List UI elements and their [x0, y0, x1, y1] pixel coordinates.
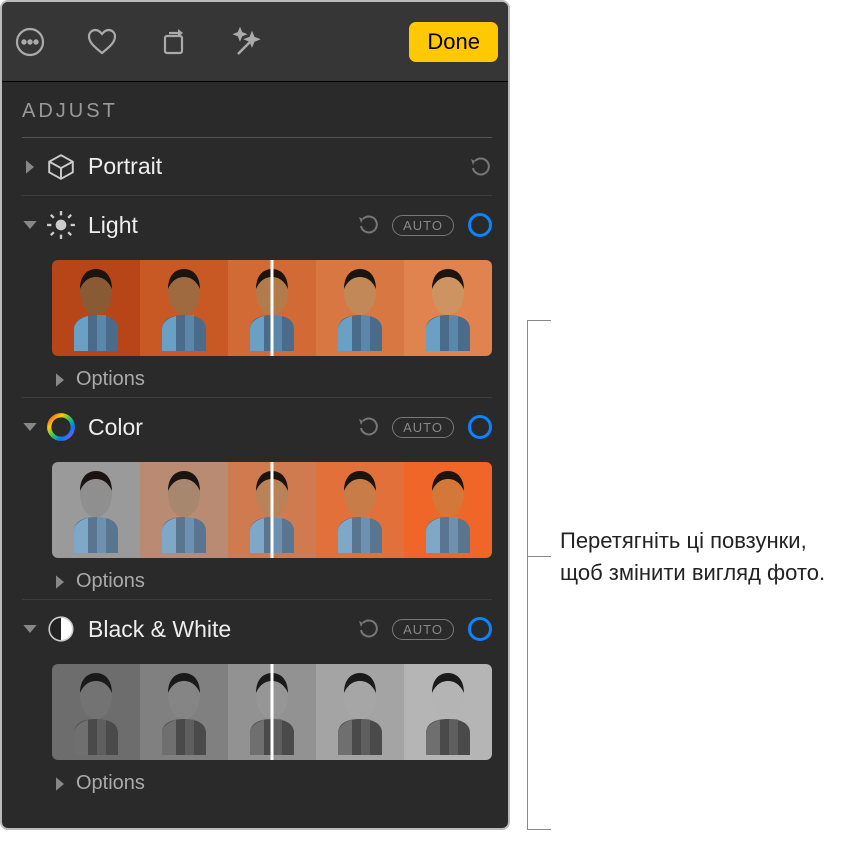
rotate-icon[interactable]: [156, 24, 192, 60]
slider-thumb: [52, 664, 140, 760]
section-portrait[interactable]: Portrait: [22, 138, 492, 196]
more-icon[interactable]: [12, 24, 48, 60]
reset-icon[interactable]: [358, 416, 380, 438]
slider-thumb: [404, 664, 492, 760]
cube-icon: [46, 152, 76, 182]
section-bw[interactable]: Black & White AUTO: [22, 600, 492, 658]
chevron-down-icon: [22, 419, 38, 435]
slider-thumb: [316, 462, 404, 558]
section-light[interactable]: Light AUTO: [22, 196, 492, 254]
slider-thumb: [316, 260, 404, 356]
chevron-right-icon: [52, 372, 68, 388]
slider-thumb: [140, 260, 228, 356]
color-wheel-icon: [46, 412, 76, 442]
reset-icon[interactable]: [358, 214, 380, 236]
chevron-down-icon: [22, 217, 38, 233]
options-label: Options: [76, 368, 145, 391]
slider-thumb: [404, 462, 492, 558]
slider-marker[interactable]: [271, 260, 274, 356]
enhance-icon[interactable]: [228, 24, 264, 60]
chevron-right-icon: [52, 776, 68, 792]
bw-icon: [46, 614, 76, 644]
done-button[interactable]: Done: [409, 22, 498, 62]
favorite-icon[interactable]: [84, 24, 120, 60]
bw-options[interactable]: Options: [22, 764, 492, 801]
enable-toggle[interactable]: [468, 415, 492, 439]
slider-thumb: [404, 260, 492, 356]
panel-title: ADJUST: [22, 100, 492, 138]
sun-icon: [46, 210, 76, 240]
chevron-right-icon: [22, 159, 38, 175]
slider-marker[interactable]: [271, 462, 274, 558]
slider-thumb: [316, 664, 404, 760]
auto-button[interactable]: AUTO: [392, 215, 454, 236]
section-label: Black & White: [88, 616, 350, 643]
section-label: Portrait: [88, 153, 462, 180]
bw-slider[interactable]: [52, 664, 492, 760]
auto-button[interactable]: AUTO: [392, 619, 454, 640]
options-label: Options: [76, 570, 145, 593]
slider-thumb: [52, 462, 140, 558]
slider-marker[interactable]: [271, 664, 274, 760]
callout-tick: [527, 829, 551, 830]
slider-thumb: [140, 664, 228, 760]
panel-body: ADJUST Portrait Light: [2, 82, 508, 801]
toolbar: Done: [2, 2, 508, 82]
options-label: Options: [76, 772, 145, 795]
chevron-right-icon: [52, 574, 68, 590]
callout-text: Перетягніть ці повзунки, щоб змінити виг…: [560, 525, 830, 589]
chevron-down-icon: [22, 621, 38, 637]
reset-icon[interactable]: [470, 156, 492, 178]
light-slider[interactable]: [52, 260, 492, 356]
section-label: Color: [88, 414, 350, 441]
slider-thumb: [140, 462, 228, 558]
enable-toggle[interactable]: [468, 617, 492, 641]
callout-tick: [527, 320, 551, 321]
color-slider[interactable]: [52, 462, 492, 558]
auto-button[interactable]: AUTO: [392, 417, 454, 438]
callout-bracket: [527, 320, 528, 830]
adjust-panel: Done ADJUST Portrait Light: [0, 0, 510, 830]
color-options[interactable]: Options: [22, 562, 492, 600]
callout-tick: [527, 556, 551, 557]
light-options[interactable]: Options: [22, 360, 492, 398]
section-color[interactable]: Color AUTO: [22, 398, 492, 456]
section-label: Light: [88, 212, 350, 239]
slider-thumb: [52, 260, 140, 356]
reset-icon[interactable]: [358, 618, 380, 640]
enable-toggle[interactable]: [468, 213, 492, 237]
